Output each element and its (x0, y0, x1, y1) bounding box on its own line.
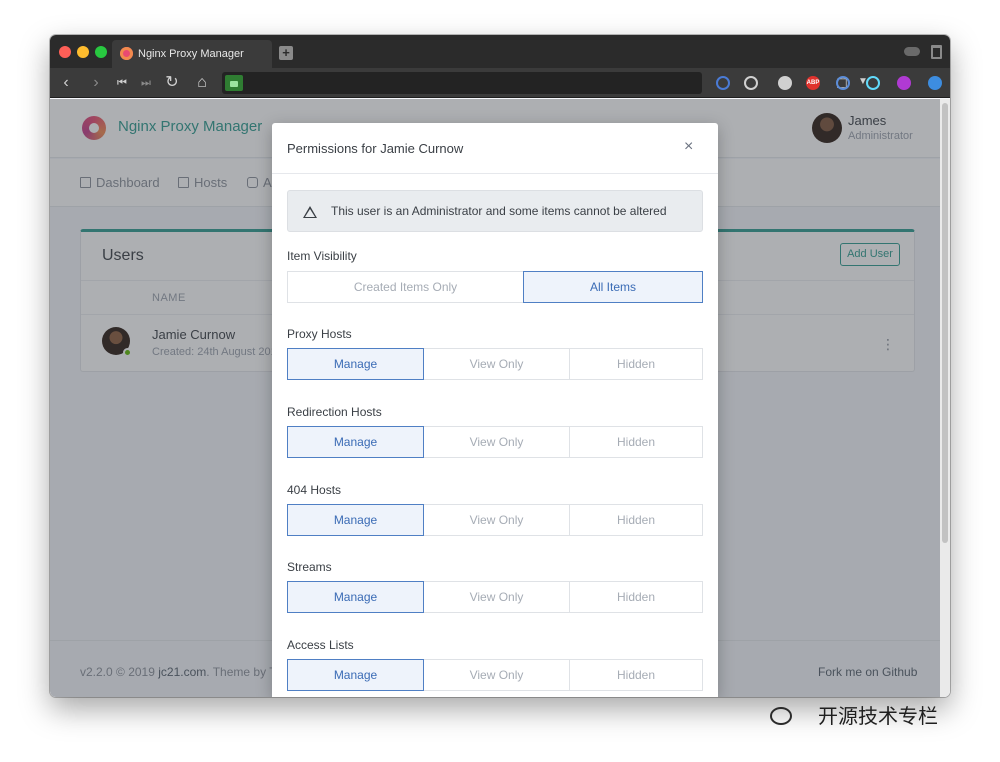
browser-tab[interactable]: Nginx Proxy Manager (112, 40, 272, 68)
address-bar[interactable]: ☐ ▼ (222, 72, 868, 94)
visibility-option-all-items[interactable]: All Items (523, 271, 703, 303)
app-viewport: Nginx Proxy Manager James Administrator … (50, 99, 950, 697)
manage-option[interactable]: Manage (287, 581, 424, 613)
alert-text: This user is an Administrator and some i… (331, 204, 667, 218)
navigation-bar: ‹ › ⏮ ⏭ ↻ ⌂ ☐ ▼ ABP (50, 68, 950, 98)
extension-icon[interactable] (778, 76, 792, 90)
skip-forward-icon[interactable]: ⏭ (136, 73, 156, 93)
proxy-hosts-permission: Manage View Only Hidden (287, 348, 703, 380)
react-icon[interactable] (866, 76, 880, 90)
back-icon[interactable]: ‹ (56, 73, 76, 93)
404-hosts-label: 404 Hosts (287, 483, 342, 497)
scrollbar[interactable] (940, 99, 950, 697)
proxy-hosts-label: Proxy Hosts (287, 327, 352, 341)
tab-title: Nginx Proxy Manager (138, 48, 244, 60)
item-visibility-toggle: Created Items Only All Items (287, 271, 703, 303)
404-hosts-permission: Manage View Only Hidden (287, 504, 703, 536)
forward-icon[interactable]: › (86, 73, 106, 93)
adblock-icon[interactable]: ABP (806, 76, 820, 90)
minimize-window-button[interactable] (77, 46, 89, 58)
tab-bar: Nginx Proxy Manager + (50, 35, 950, 68)
manage-option[interactable]: Manage (287, 659, 424, 691)
modal-title: Permissions for Jamie Curnow (287, 141, 464, 156)
view-only-option[interactable]: View Only (423, 659, 570, 691)
close-icon[interactable]: × (684, 138, 693, 156)
view-only-option[interactable]: View Only (423, 426, 570, 458)
view-only-option[interactable]: View Only (423, 348, 570, 380)
scroll-thumb[interactable] (942, 103, 948, 543)
redirection-hosts-permission: Manage View Only Hidden (287, 426, 703, 458)
cloud-icon[interactable] (904, 47, 920, 56)
warning-icon (303, 206, 317, 218)
watermark-text: 开源技术专栏 (818, 706, 938, 728)
admin-alert: This user is an Administrator and some i… (287, 190, 703, 232)
maximize-window-button[interactable] (95, 46, 107, 58)
redirection-hosts-label: Redirection Hosts (287, 405, 382, 419)
skip-back-icon[interactable]: ⏮ (112, 73, 132, 93)
access-lists-label: Access Lists (287, 638, 354, 652)
extension-icon[interactable] (836, 76, 850, 90)
hidden-option[interactable]: Hidden (569, 426, 703, 458)
extension-icon[interactable] (897, 76, 911, 90)
item-visibility-label: Item Visibility (287, 249, 357, 263)
extension-icon[interactable] (716, 76, 730, 90)
lock-icon (225, 75, 243, 91)
streams-permission: Manage View Only Hidden (287, 581, 703, 613)
close-window-button[interactable] (59, 46, 71, 58)
view-only-option[interactable]: View Only (423, 581, 570, 613)
new-tab-button[interactable]: + (279, 46, 293, 60)
view-only-option[interactable]: View Only (423, 504, 570, 536)
browser-window: Nginx Proxy Manager + ‹ › ⏮ ⏭ ↻ ⌂ ☐ ▼ AB… (50, 35, 950, 697)
streams-label: Streams (287, 560, 332, 574)
hidden-option[interactable]: Hidden (569, 504, 703, 536)
trash-icon[interactable] (931, 45, 942, 59)
hidden-option[interactable]: Hidden (569, 348, 703, 380)
favicon-icon (120, 47, 133, 60)
manage-option[interactable]: Manage (287, 426, 424, 458)
wechat-icon (770, 707, 792, 725)
extension-icon[interactable] (928, 76, 942, 90)
visibility-option-created-items-only[interactable]: Created Items Only (287, 271, 524, 303)
extension-icon[interactable] (744, 76, 758, 90)
hidden-option[interactable]: Hidden (569, 581, 703, 613)
manage-option[interactable]: Manage (287, 504, 424, 536)
home-icon[interactable]: ⌂ (192, 73, 212, 93)
hidden-option[interactable]: Hidden (569, 659, 703, 691)
permissions-modal: Permissions for Jamie Curnow × This user… (272, 123, 718, 697)
manage-option[interactable]: Manage (287, 348, 424, 380)
access-lists-permission: Manage View Only Hidden (287, 659, 703, 691)
modal-header: Permissions for Jamie Curnow × (272, 123, 718, 174)
reload-icon[interactable]: ↻ (162, 73, 182, 93)
